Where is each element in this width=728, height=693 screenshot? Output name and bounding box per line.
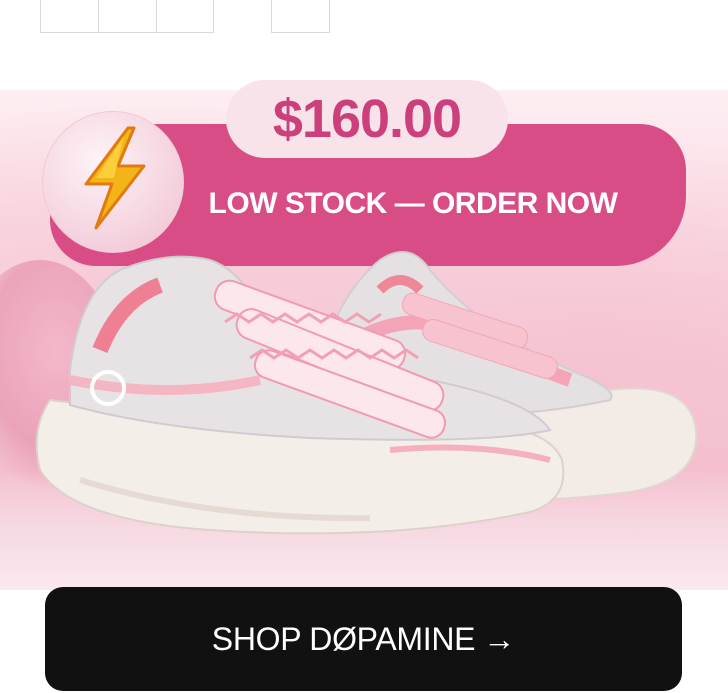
top-cells-row: [0, 0, 728, 40]
product-sneaker-image: [35, 251, 698, 535]
price-label: $160.00: [272, 89, 462, 149]
top-cell: [40, 0, 99, 33]
shop-dopamine-button[interactable]: SHOP DØPAMINE →: [45, 587, 682, 691]
shop-button-label: SHOP DØPAMINE: [211, 620, 476, 657]
top-cell: [156, 0, 214, 33]
top-cell: [271, 0, 330, 33]
arrow-right-icon: →: [483, 620, 516, 657]
low-stock-label: LOW STOCK — ORDER NOW: [208, 187, 618, 220]
top-cell: [98, 0, 157, 33]
